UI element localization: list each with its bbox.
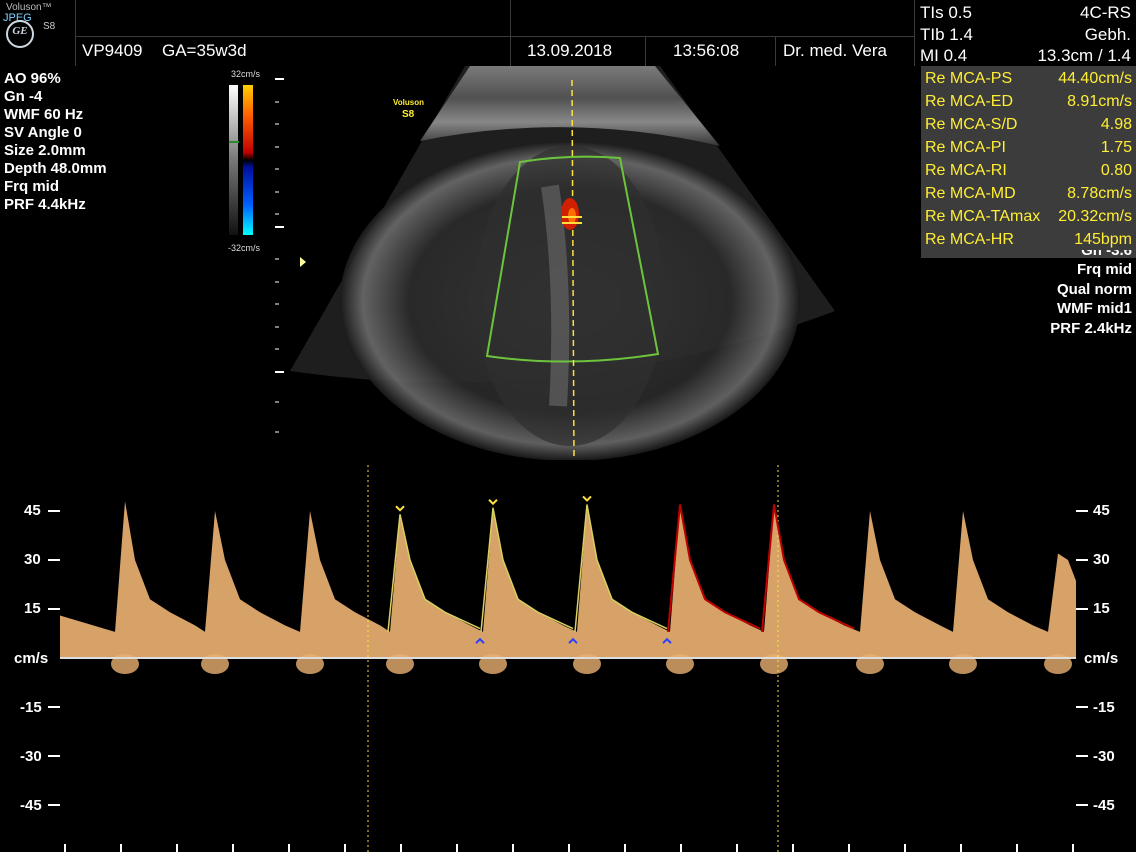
color-velocity-scale: [229, 85, 253, 235]
peak-marker-icon: [395, 505, 405, 512]
color-setting-item: WMF mid1: [1057, 300, 1132, 317]
exam-time: 13:56:08: [673, 41, 740, 60]
measurement-results-panel: Re MCA-PS 44.40cm/s Re MCA-ED 8.91cm/s R…: [921, 66, 1136, 258]
measurement-value: 1.75: [1100, 139, 1132, 156]
doppler-spectrum: [60, 465, 1076, 852]
measurement-label: Re MCA-PI: [925, 139, 1006, 156]
spectrum-envelope: [60, 501, 1076, 658]
measurement-row: Re MCA-PI 1.75: [925, 139, 1132, 161]
exam-date: 13.09.2018: [527, 41, 613, 60]
velocity-tick-label: -15: [1093, 699, 1115, 716]
color-setting-item: PRF 2.4kHz: [1050, 319, 1132, 337]
mi-value: MI 0.4: [920, 46, 968, 65]
peak-marker-icon: [488, 499, 498, 506]
settings-item: Frq mid: [4, 178, 59, 195]
velocity-tick-label: 45: [24, 502, 41, 519]
colorbar-bottom-label: -32cm/s: [228, 243, 261, 253]
left-velocity-axis: [48, 510, 60, 806]
measurement-label: Re MCA-ED: [925, 93, 1014, 110]
measurement-label: Re MCA-PS: [925, 70, 1013, 87]
color-settings-list: Gn -3.6 Frq mid Qual norm WMF mid1 PRF 2…: [1050, 250, 1132, 338]
header-divider: [775, 36, 776, 66]
watermark-model: S8: [402, 109, 415, 120]
watermark-brand: Voluson: [393, 98, 424, 107]
measurement-value: 20.32cm/s: [1058, 208, 1132, 225]
measurement-value: 4.98: [1100, 116, 1132, 133]
measurement-label: Re MCA-HR: [925, 231, 1014, 248]
measurement-label: Re MCA-RI: [925, 162, 1007, 179]
velocity-tick-label: 15: [24, 600, 41, 617]
velocity-tick-label: 30: [24, 551, 41, 568]
gestational-age: GA=35w3d: [162, 41, 247, 60]
settings-item: SV Angle 0: [4, 124, 82, 141]
depth-value: 13.3cm / 1.4: [1037, 46, 1131, 65]
model-label: S8: [43, 21, 56, 32]
tib-value: TIb 1.4: [920, 25, 973, 44]
ge-logo-text: GE: [12, 25, 28, 37]
header-divider: [75, 36, 915, 37]
measurement-row: Re MCA-RI 0.80: [925, 162, 1132, 184]
tis-value: TIs 0.5: [920, 3, 972, 22]
header-divider: [510, 0, 511, 66]
measurement-row: Re MCA-MD 8.78cm/s: [925, 185, 1132, 207]
header-divider: [645, 36, 646, 66]
measurement-value: 8.91cm/s: [1067, 93, 1132, 110]
measurement-row: Re MCA-S/D 4.98: [925, 116, 1132, 138]
velocity-tick-label: -30: [1093, 748, 1115, 765]
doppler-settings-list: AO 96% Gn -4 WMF 60 Hz SV Angle 0 Size 2…: [4, 70, 107, 214]
color-setting-item: Frq mid: [1077, 261, 1132, 278]
color-setting-item: Qual norm: [1056, 280, 1132, 298]
time-axis: [64, 844, 1074, 852]
settings-item: Size 2.0mm: [4, 142, 86, 159]
measurement-value: 8.78cm/s: [1067, 185, 1132, 202]
velocity-tick-label: -30: [20, 748, 42, 765]
measurement-value: 145bpm: [1074, 231, 1132, 248]
measurement-value: 0.80: [1100, 162, 1132, 179]
measurement-label: Re MCA-TAmax: [925, 208, 1041, 225]
header-divider: [75, 0, 76, 66]
probe-preset: Gebh.: [1084, 25, 1131, 44]
velocity-tick-label: -45: [1093, 797, 1115, 814]
settings-item: Depth 48.0mm: [4, 160, 107, 177]
right-velocity-axis: [1076, 510, 1088, 806]
measurement-label: Re MCA-S/D: [925, 116, 1018, 133]
settings-item: Gn -4: [4, 88, 43, 105]
measurement-row: Re MCA-PS 44.40cm/s: [925, 70, 1132, 92]
colorbar-top-label: 32cm/s: [231, 69, 261, 79]
measurement-row: Re MCA-ED 8.91cm/s: [925, 93, 1132, 115]
measurement-row: Re MCA-TAmax 20.32cm/s: [925, 208, 1132, 230]
measurement-label: Re MCA-MD: [925, 185, 1016, 202]
settings-item: AO 96%: [4, 70, 61, 87]
patient-id: VP9409: [82, 41, 143, 60]
header-bar: Voluson™ JPEG GE S8 VP9409 GA=35w3d 13.0…: [0, 0, 1136, 66]
measurement-value: 44.40cm/s: [1058, 70, 1132, 87]
doctor-name: Dr. med. Vera: [783, 41, 887, 60]
velocity-tick-label: -15: [20, 699, 42, 716]
color-setting-item: Gn -3.6: [1081, 250, 1132, 259]
header-divider: [914, 0, 915, 66]
settings-item: WMF 60 Hz: [4, 106, 84, 123]
peak-marker-icon: [582, 495, 592, 502]
bmode-ultrasound-image: [290, 66, 835, 460]
probe-name: 4C-RS: [1079, 3, 1131, 22]
settings-item: PRF 4.4kHz: [4, 196, 86, 213]
velocity-tick-label: -45: [20, 797, 42, 814]
